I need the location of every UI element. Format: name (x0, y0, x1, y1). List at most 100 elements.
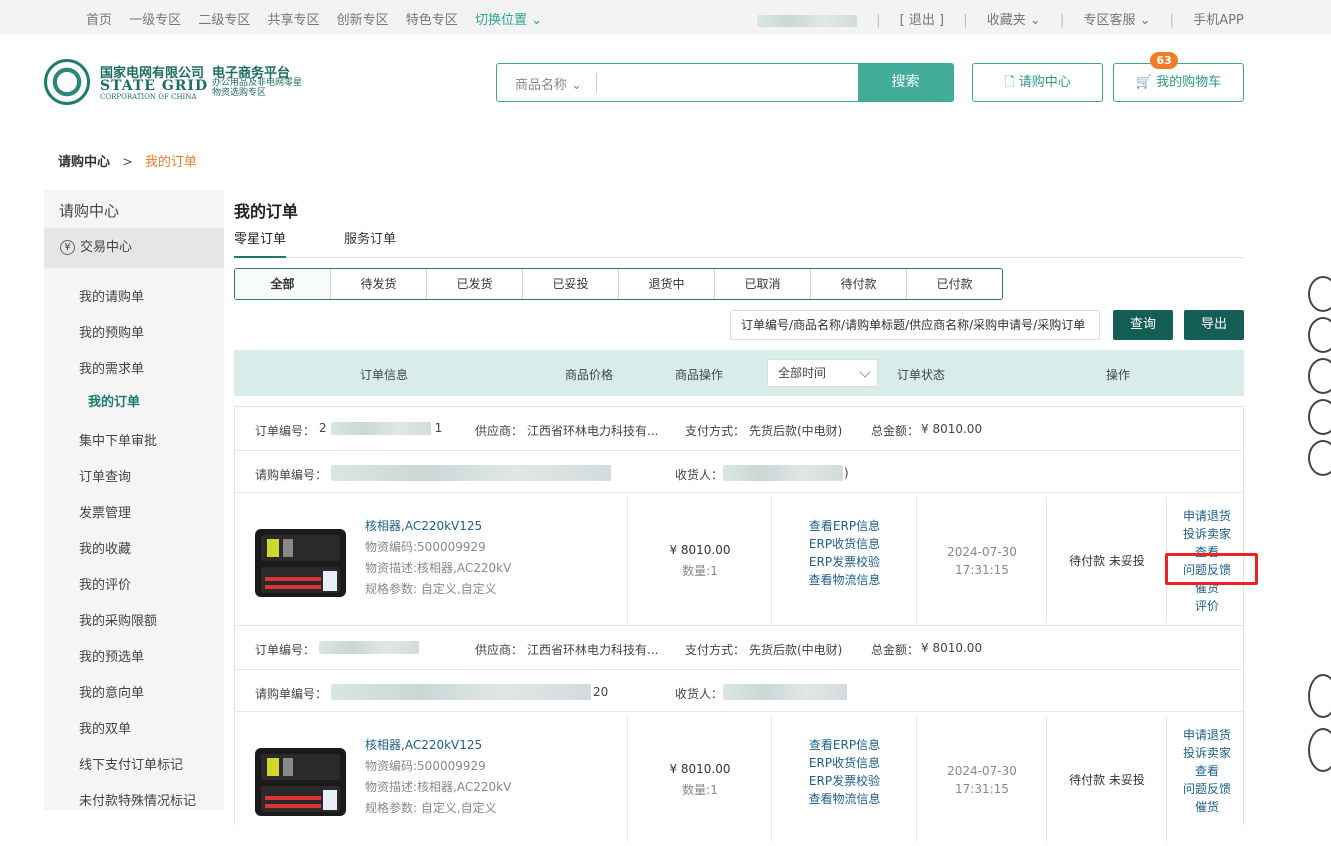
sidebar-item-demand[interactable]: 我的需求单 (79, 358, 144, 377)
sidebar-item-approval[interactable]: 集中下单审批 (79, 430, 157, 449)
erp-receipt-link[interactable]: ERP收货信息 (772, 535, 917, 553)
sidebar-trade-center[interactable]: ¥ 交易中心 (44, 228, 224, 268)
float-bag-icon[interactable] (1308, 317, 1331, 353)
request-no-tail: 20 (593, 685, 609, 699)
sidebar-item-unpaid-special[interactable]: 未付款特殊情况标记 (79, 790, 196, 809)
float-edit-icon[interactable] (1308, 358, 1331, 394)
sidebar-item-dual[interactable]: 我的双单 (79, 718, 131, 737)
erp-invoice-link[interactable]: ERP发票校验 (772, 553, 917, 571)
float-help-icon[interactable] (1308, 399, 1331, 435)
urge-delivery-link[interactable]: 催货 (1172, 798, 1242, 816)
th-ops: 商品操作 (675, 368, 724, 382)
cart-icon: 🛒 (1135, 75, 1153, 90)
supplier-label: 供应商： (475, 424, 524, 438)
product-name-link[interactable]: 核相器,AC220kV125 (365, 517, 482, 534)
filter-paid[interactable]: 已付款 (907, 269, 1002, 299)
search-button[interactable]: 搜索 (858, 64, 953, 101)
sidebar-item-preselect[interactable]: 我的预选单 (79, 646, 144, 665)
request-no-label: 请购单编号： (255, 468, 328, 482)
float-qrcode-icon[interactable] (1308, 440, 1331, 476)
filter-pending-ship[interactable]: 待发货 (331, 269, 427, 299)
order-query-input[interactable]: 订单编号/商品名称/请购单标题/供应商名称/采购申请号/采购订单 (730, 310, 1100, 340)
erp-receipt-link[interactable]: ERP收货信息 (772, 754, 917, 772)
nav-level1[interactable]: 一级专区 (129, 13, 181, 28)
complain-seller-link[interactable]: 投诉卖家 (1172, 525, 1242, 543)
filter-delivered[interactable]: 已妥投 (523, 269, 619, 299)
view-erp-link[interactable]: 查看ERP信息 (772, 517, 917, 535)
sidebar-item-intent[interactable]: 我的意向单 (79, 682, 144, 701)
mobile-app-link[interactable]: 手机APP (1193, 13, 1244, 28)
table-header: 订单信息 商品价格 商品操作 全部时间 订单状态 操作 (234, 350, 1244, 396)
th-status: 订单状态 (897, 368, 946, 382)
order-time: 2024-07-30 17:31:15 (917, 762, 1047, 798)
pay-label: 支付方式： (685, 643, 746, 657)
search-bar: 商品名称 ⌄ 搜索 (496, 63, 954, 102)
nav-home[interactable]: 首页 (86, 13, 112, 28)
product-image[interactable] (253, 746, 348, 818)
tab-retail-orders[interactable]: 零星订单 (234, 228, 287, 258)
export-button[interactable]: 导出 (1184, 310, 1244, 340)
sidebar-item-orders[interactable]: 我的订单 (79, 394, 149, 412)
logistics-link[interactable]: 查看物流信息 (772, 571, 917, 589)
filter-returning[interactable]: 退货中 (619, 269, 715, 299)
float-top-icon[interactable] (1308, 674, 1331, 718)
product-code: 物资编码:500009929 (365, 759, 486, 773)
nav-level2[interactable]: 二级专区 (198, 13, 250, 28)
query-button[interactable]: 查询 (1113, 310, 1173, 340)
time-range-label: 全部时间 (778, 366, 827, 380)
order-request-row: 请购单编号： 20 收货人： (235, 670, 1243, 712)
sidebar-item-order-query[interactable]: 订单查询 (79, 466, 131, 485)
product-spec: 规格参数: 自定义,自定义 (365, 801, 497, 815)
float-cart-icon[interactable] (1308, 276, 1331, 312)
filter-all[interactable]: 全部 (235, 269, 331, 299)
request-center-button[interactable]: 🗋 请购中心 (972, 63, 1103, 102)
site-logo[interactable]: 国家电网有限公司 STATE GRID CORPORATION OF CHINA… (44, 56, 306, 106)
service-menu[interactable]: 专区客服 ⌄ (1083, 13, 1150, 28)
product-name-link[interactable]: 核相器,AC220kV125 (365, 736, 482, 753)
filter-shipped[interactable]: 已发货 (427, 269, 523, 299)
filter-cancelled[interactable]: 已取消 (715, 269, 811, 299)
logistics-link[interactable]: 查看物流信息 (772, 790, 917, 808)
pay-label: 支付方式： (685, 424, 746, 438)
product-price: ¥ 8010.00 (669, 543, 731, 557)
sidebar-item-limit[interactable]: 我的采购限额 (79, 610, 157, 629)
float-down-icon[interactable] (1308, 728, 1331, 772)
sidebar-item-invoice[interactable]: 发票管理 (79, 502, 131, 521)
favorites-menu[interactable]: 收藏夹 ⌄ (987, 13, 1041, 28)
highlight-box (1165, 553, 1258, 585)
apply-return-link[interactable]: 申请退货 (1172, 507, 1242, 525)
search-category-select[interactable]: 商品名称 ⌄ (515, 74, 582, 93)
view-erp-link[interactable]: 查看ERP信息 (772, 736, 917, 754)
view-link[interactable]: 查看 (1172, 762, 1242, 780)
breadcrumb-root[interactable]: 请购中心 (58, 155, 110, 170)
cart-label: 我的购物车 (1156, 75, 1222, 90)
cart-button[interactable]: 🛒 我的购物车 (1113, 63, 1244, 102)
sidebar-item-request[interactable]: 我的请购单 (79, 286, 144, 305)
sidebar-item-offline-pay[interactable]: 线下支付订单标记 (79, 754, 183, 773)
filter-pending-pay[interactable]: 待付款 (811, 269, 907, 299)
nav-innovation[interactable]: 创新专区 (337, 13, 389, 28)
sidebar-item-reviews[interactable]: 我的评价 (79, 574, 131, 593)
product-ops-cell: 查看ERP信息 ERP收货信息 ERP发票校验 查看物流信息 (772, 716, 917, 842)
complain-seller-link[interactable]: 投诉卖家 (1172, 744, 1242, 762)
feedback-link[interactable]: 问题反馈 (1172, 780, 1242, 798)
order-actions: 申请退货 投诉卖家 查看 问题反馈 催货 (1172, 726, 1242, 816)
product-image[interactable] (253, 527, 348, 599)
nav-shared[interactable]: 共享专区 (267, 13, 319, 28)
top-bar: 首页 一级专区 二级专区 共享专区 创新专区 特色专区 切换位置 ⌄ | [ 退… (0, 0, 1331, 34)
nav-featured[interactable]: 特色专区 (406, 13, 458, 28)
sidebar-item-favorites[interactable]: 我的收藏 (79, 538, 131, 557)
logout-link[interactable]: [ 退出 ] (900, 13, 944, 28)
switch-location[interactable]: 切换位置 ⌄ (475, 13, 542, 28)
apply-return-link[interactable]: 申请退货 (1172, 726, 1242, 744)
logo-platform-sub: 办公用品及非电网零星物资选购专区 (212, 78, 303, 98)
product-cell: 核相器,AC220kV125 物资编码:500009929 物资描述:核相器,A… (235, 716, 628, 842)
tab-service-orders[interactable]: 服务订单 (344, 228, 396, 247)
erp-invoice-link[interactable]: ERP发票校验 (772, 772, 917, 790)
sidebar-item-preorder[interactable]: 我的预购单 (79, 322, 144, 341)
search-input[interactable] (601, 68, 851, 97)
review-link[interactable]: 评价 (1172, 597, 1242, 615)
username-redacted (757, 14, 857, 27)
product-qty: 数量:1 (682, 564, 718, 578)
time-range-select[interactable]: 全部时间 (767, 359, 878, 387)
